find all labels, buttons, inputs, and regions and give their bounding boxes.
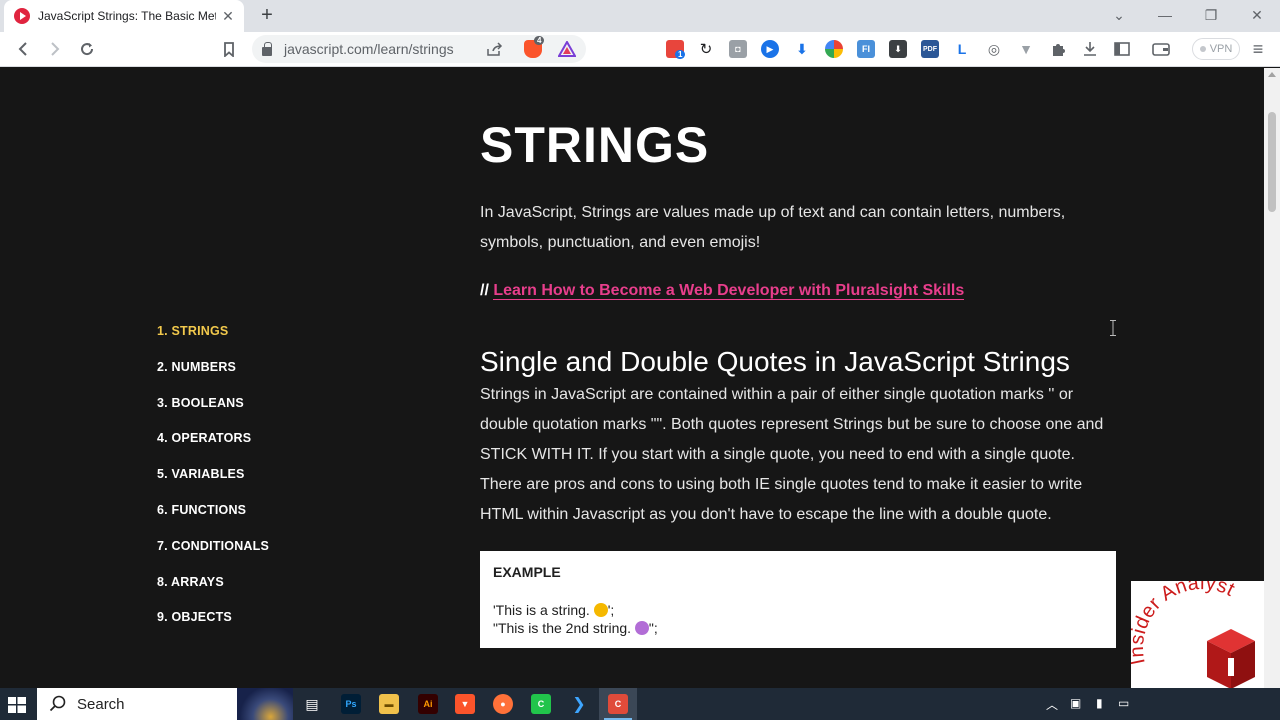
taskbar-search-placeholder: Search — [77, 695, 125, 713]
ext-fi-icon[interactable]: FI — [857, 40, 875, 58]
tab-close-icon[interactable]: ✕ — [220, 8, 236, 25]
task-view-icon[interactable]: ▤ — [302, 694, 322, 714]
menu-icon[interactable]: ≡ — [1247, 38, 1269, 60]
extensions-puzzle-icon[interactable] — [1047, 38, 1069, 60]
url-text: javascript.com/learn/strings — [284, 41, 454, 57]
close-window-button[interactable]: ✕ — [1234, 0, 1280, 30]
tab-title: JavaScript Strings: The Basic Meth — [38, 9, 216, 23]
clapping-hands-emoji-icon — [593, 603, 608, 617]
example-line-1: 'This is a string. '; — [493, 601, 658, 619]
refresh-ext-icon[interactable]: ↻ — [695, 38, 717, 60]
reload-icon[interactable] — [76, 38, 98, 60]
vpn-button[interactable]: VPN — [1192, 38, 1240, 60]
extension-red-icon[interactable]: 1 — [666, 40, 686, 59]
bookmark-icon[interactable] — [218, 38, 240, 60]
logo-cube-icon — [1207, 629, 1255, 688]
section-paragraph: Strings in JavaScript are contained with… — [480, 386, 1104, 523]
extension-badge: 1 — [675, 50, 686, 59]
photoshop-icon[interactable]: Ps — [341, 694, 361, 714]
play-ext-icon[interactable]: ▶ — [761, 40, 779, 58]
example-line-2-end: "; — [648, 620, 658, 636]
search-highlight-image — [237, 688, 293, 720]
minimize-button[interactable]: — — [1142, 0, 1188, 30]
ext-v-icon[interactable]: ▼ — [1017, 40, 1035, 58]
site-favicon-icon — [14, 8, 30, 24]
camtasia-icon[interactable]: C — [531, 694, 551, 714]
downloads-icon[interactable] — [1079, 38, 1101, 60]
ext-l-icon[interactable]: L — [953, 40, 971, 58]
lock-icon — [262, 41, 272, 56]
browser-toolbar: javascript.com/learn/strings 4 1 ↻ ◘ ▶ ⬇… — [0, 32, 1280, 67]
tray-display-icon[interactable]: ▭ — [1118, 696, 1129, 710]
example-code: 'This is a string. '; "This is the 2nd s… — [493, 601, 658, 637]
ext-save-icon[interactable]: ⬇ — [889, 40, 907, 58]
windows-taskbar: Search ▤ Ps ▬ Ai ▼ ● C ❯ C ︿ ▣ ▮ ▭ — [0, 688, 1280, 720]
promo-line: // Learn How to Become a Web Developer w… — [480, 282, 965, 300]
example-line-2-text: "This is the 2nd string. — [493, 620, 635, 636]
nav-item-numbers[interactable]: 2. NUMBERS — [157, 360, 357, 396]
nav-item-arrays[interactable]: 8. ARRAYS — [157, 575, 357, 611]
example-line-2: "This is the 2nd string. "; — [493, 619, 658, 637]
nav-item-functions[interactable]: 6. FUNCTIONS — [157, 503, 357, 539]
intro-paragraph: In JavaScript, Strings are values made u… — [480, 204, 1066, 251]
tray-network-icon[interactable]: ▣ — [1070, 696, 1081, 710]
vscode-icon[interactable]: ❯ — [569, 694, 589, 714]
example-label: EXAMPLE — [493, 564, 561, 580]
camtasia-recorder-icon[interactable]: C — [608, 694, 628, 714]
brave-rewards-icon[interactable] — [558, 40, 576, 58]
sidebar-toggle-icon[interactable] — [1111, 38, 1133, 60]
text-cursor-icon — [1110, 320, 1116, 336]
back-icon[interactable] — [12, 38, 34, 60]
restore-button[interactable]: ❐ — [1188, 0, 1234, 30]
file-explorer-icon[interactable]: ▬ — [379, 694, 399, 714]
nav-item-booleans[interactable]: 3. BOOLEANS — [157, 396, 357, 432]
lesson-nav: 1. STRINGS 2. NUMBERS 3. BOOLEANS 4. OPE… — [157, 324, 357, 646]
nav-item-strings[interactable]: 1. STRINGS — [157, 324, 357, 360]
firefox-icon[interactable]: ● — [493, 694, 513, 714]
wallet-icon[interactable] — [1150, 38, 1172, 60]
browser-tab[interactable]: JavaScript Strings: The Basic Meth ✕ — [4, 0, 244, 32]
nav-item-objects[interactable]: 9. OBJECTS — [157, 610, 357, 646]
forward-icon[interactable] — [44, 38, 66, 60]
nav-item-variables[interactable]: 5. VARIABLES — [157, 467, 357, 503]
search-icon — [49, 695, 66, 712]
tab-strip: JavaScript Strings: The Basic Meth ✕ + ⌄… — [0, 0, 1280, 32]
taskbar-search[interactable]: Search — [37, 688, 293, 720]
section-heading: Single and Double Quotes in JavaScript S… — [480, 346, 1070, 377]
ext-circle-icon[interactable]: ◎ — [985, 40, 1003, 58]
pluralsight-link[interactable]: Learn How to Become a Web Developer with… — [493, 282, 965, 300]
tray-mic-icon[interactable]: ▮ — [1096, 696, 1103, 710]
color-picker-icon[interactable] — [825, 40, 843, 58]
vpn-label: VPN — [1209, 43, 1233, 55]
insider-analyst-logo: Insider Analyst — [1131, 581, 1264, 688]
brave-browser-icon[interactable]: ▼ — [455, 694, 475, 714]
share-icon[interactable] — [484, 38, 506, 60]
nav-item-operators[interactable]: 4. OPERATORS — [157, 431, 357, 467]
nav-item-conditionals[interactable]: 7. CONDITIONALS — [157, 539, 357, 575]
pdf-ext-icon[interactable]: PDF — [921, 40, 939, 58]
vpn-status-icon — [1199, 46, 1206, 52]
person-shrugging-emoji-icon — [634, 621, 649, 635]
tray-overflow-icon[interactable]: ︿ — [1046, 696, 1058, 713]
example-line-1-end: '; — [607, 602, 615, 618]
example-box: EXAMPLE 'This is a string. '; "This is t… — [480, 551, 1116, 648]
example-line-1-text: 'This is a string. — [493, 602, 594, 618]
new-tab-button[interactable]: + — [256, 4, 278, 26]
illustrator-icon[interactable]: Ai — [418, 694, 438, 714]
promo-prefix: // — [480, 282, 494, 299]
page-viewport: 1. STRINGS 2. NUMBERS 3. BOOLEANS 4. OPE… — [0, 68, 1264, 688]
brave-shields-icon[interactable]: 4 — [524, 36, 545, 58]
page-scrollbar[interactable] — [1264, 68, 1280, 688]
scroll-thumb[interactable] — [1268, 112, 1276, 212]
scroll-up-icon[interactable] — [1268, 72, 1276, 77]
download-ext-icon[interactable]: ⬇ — [793, 40, 811, 58]
windows-start-icon[interactable] — [8, 697, 26, 713]
camera-icon[interactable]: ◘ — [729, 40, 747, 58]
page-title: STRINGS — [480, 117, 710, 173]
tab-search-icon[interactable]: ⌄ — [1096, 0, 1142, 30]
